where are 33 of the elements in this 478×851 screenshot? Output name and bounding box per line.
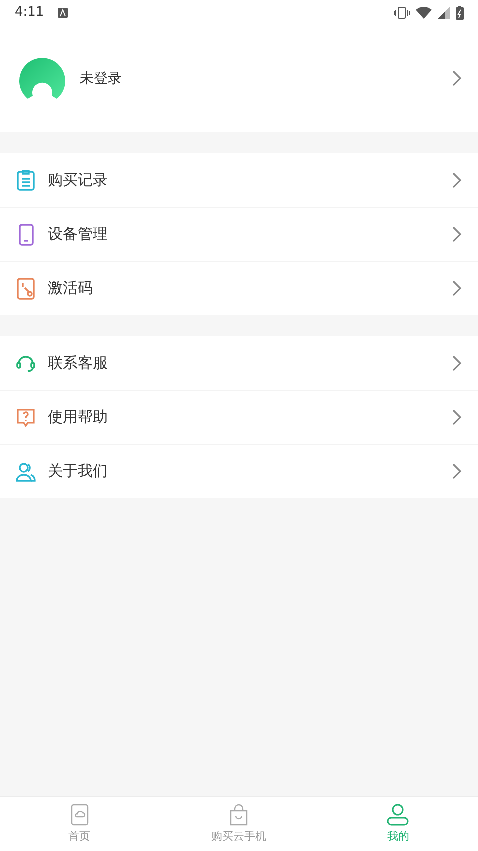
menu-item[interactable]: 使用帮助: [0, 390, 478, 444]
menu-item[interactable]: 设备管理: [0, 207, 478, 261]
menu-item[interactable]: 激活码: [0, 261, 478, 315]
chevron-right-icon: [452, 70, 462, 87]
battery-icon: [456, 6, 464, 20]
clipboard-icon: [16, 169, 36, 191]
chevron-right-icon: [452, 409, 462, 426]
wifi-icon: [416, 6, 432, 18]
chevron-right-icon: [452, 172, 462, 188]
nav-tab-label: 我的: [387, 829, 410, 844]
cloud-phone-icon: [70, 804, 89, 826]
menu-item[interactable]: 关于我们: [0, 444, 478, 498]
status-time: 4:11: [15, 5, 44, 20]
vibrate-icon: [394, 6, 410, 18]
help-bubble-icon: [16, 406, 36, 428]
signal-icon: [438, 6, 450, 18]
nav-tab-label: 首页: [68, 829, 91, 844]
people-icon: [16, 460, 36, 482]
menu-item[interactable]: 购买记录: [0, 153, 478, 207]
chevron-right-icon: [452, 354, 462, 372]
phone-icon: [16, 224, 36, 246]
profile-row[interactable]: 未登录: [0, 25, 478, 132]
notification-icon: [58, 8, 68, 18]
chevron-right-icon: [452, 226, 462, 243]
chevron-right-icon: [452, 463, 462, 480]
menu-item[interactable]: 联系客服: [0, 336, 478, 390]
chevron-right-icon: [452, 280, 462, 297]
nav-tab-label: 购买云手机: [211, 829, 266, 844]
login-status: 未登录: [80, 70, 123, 88]
shopping-bag-icon: [228, 804, 249, 826]
user-icon: [387, 804, 410, 826]
avatar-icon: [19, 57, 66, 100]
key-card-icon: [16, 278, 36, 300]
